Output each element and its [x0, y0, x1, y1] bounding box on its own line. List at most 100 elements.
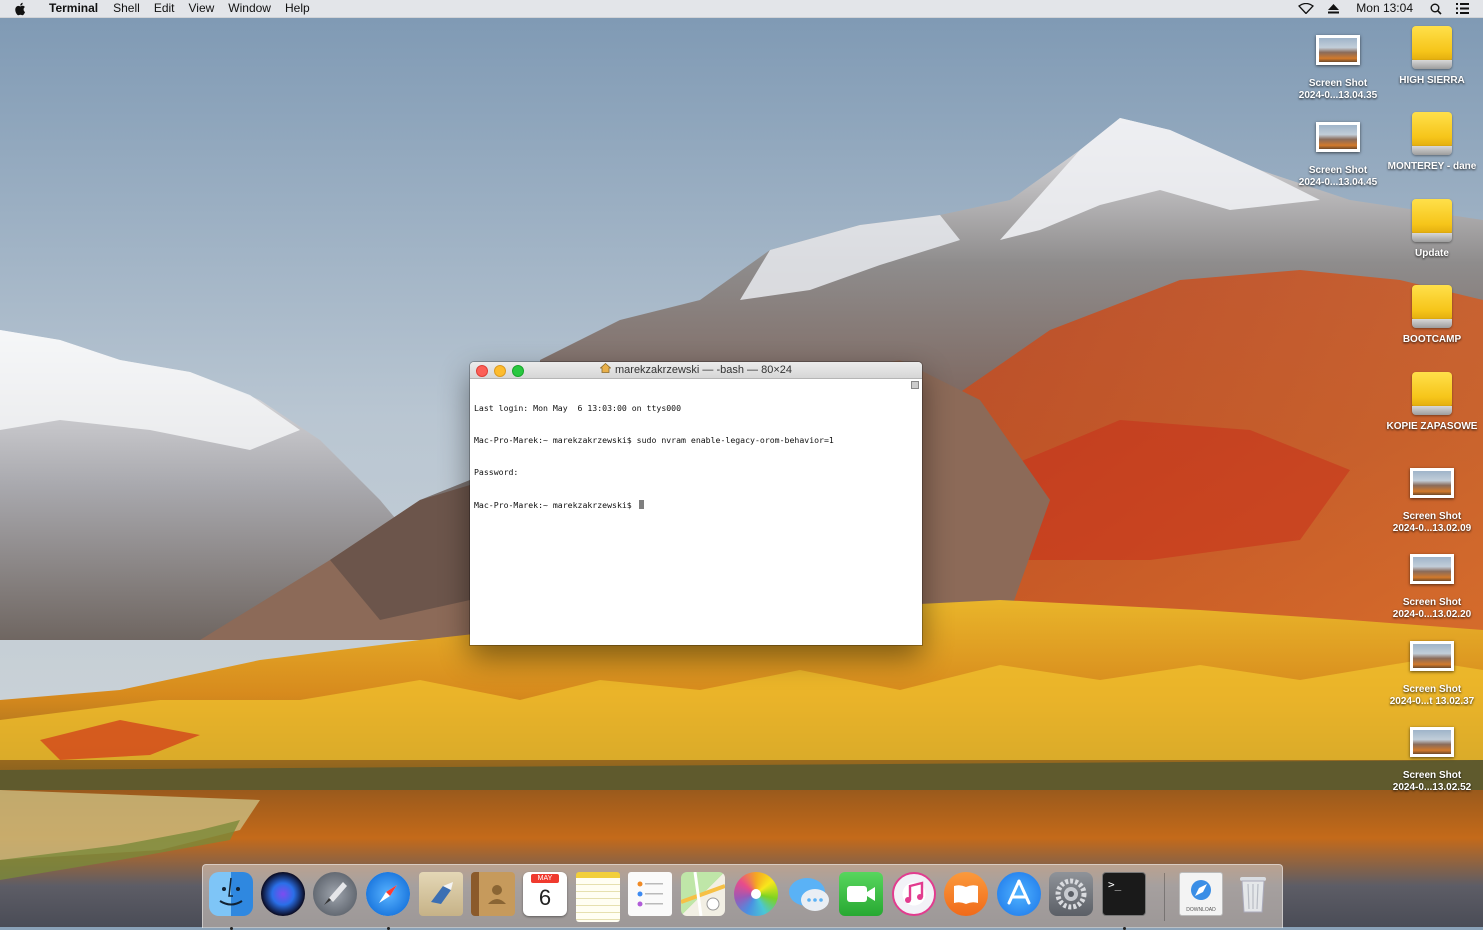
desktop-screenshot-3[interactable]: Screen Shot 2024-0...13.02.09 — [1384, 460, 1480, 535]
desktop-icon-label: Screen Shot — [1402, 684, 1462, 695]
menu-view[interactable]: View — [182, 0, 222, 17]
photos-icon — [734, 872, 778, 916]
desktop-drive-monterey[interactable]: MONTEREY - dane — [1384, 110, 1480, 173]
scroll-marker-icon[interactable] — [911, 381, 919, 389]
desktop-icon-label: BOOTCAMP — [1402, 334, 1462, 345]
desktop-screenshot-4[interactable]: Screen Shot 2024-0...13.02.20 — [1384, 546, 1480, 621]
dock-launchpad[interactable] — [313, 872, 357, 916]
screenshot-file-icon — [1408, 719, 1456, 767]
dock-safari[interactable] — [366, 872, 410, 930]
desktop-icon-label: Screen Shot — [1402, 597, 1462, 608]
desktop-icon-label: KOPIE ZAPASOWE — [1386, 421, 1478, 432]
dock-finder[interactable] — [209, 872, 253, 930]
menu-app-terminal[interactable]: Terminal — [42, 0, 106, 17]
wifi-icon[interactable] — [1291, 3, 1321, 14]
gear-icon — [1049, 872, 1093, 916]
dock-itunes[interactable] — [892, 872, 936, 916]
screenshot-file-icon — [1408, 546, 1456, 594]
list-icon[interactable] — [1449, 3, 1483, 14]
dock-reminders[interactable] — [628, 872, 672, 916]
dock-calendar[interactable]: MAY 6 — [523, 872, 567, 916]
desktop-drive-kopie-zapasowe[interactable]: KOPIE ZAPASOWE — [1384, 370, 1480, 433]
screenshot-file-icon — [1314, 114, 1362, 162]
desktop-drive-bootcamp[interactable]: BOOTCAMP — [1384, 283, 1480, 346]
dock-notes[interactable] — [576, 872, 620, 922]
app-store-icon — [997, 872, 1041, 916]
dock-siri[interactable] — [261, 872, 305, 916]
dock-app-store[interactable] — [997, 872, 1041, 916]
window-titlebar[interactable]: marekzakrzewski — -bash — 80×24 — [470, 362, 922, 379]
desktop-screenshot-6[interactable]: Screen Shot 2024-0...13.02.52 — [1384, 719, 1480, 794]
zoom-button[interactable] — [512, 365, 524, 377]
itunes-icon — [892, 872, 936, 916]
terminal-icon: >_ — [1102, 872, 1146, 916]
screenshot-file-icon — [1408, 460, 1456, 508]
maps-icon — [681, 872, 725, 916]
dock-mail[interactable] — [419, 872, 463, 916]
text-cursor — [638, 499, 644, 509]
dock-terminal[interactable]: >_ — [1102, 872, 1146, 930]
menu-edit[interactable]: Edit — [147, 0, 182, 17]
drive-icon — [1408, 24, 1456, 72]
desktop-icon-sublabel: 2024-0...13.02.52 — [1392, 782, 1472, 793]
menu-bar: Terminal Shell Edit View Window Help Mon… — [0, 0, 1483, 18]
desktop-drive-high-sierra[interactable]: HIGH SIERRA — [1384, 24, 1480, 87]
drive-icon — [1408, 197, 1456, 245]
desktop-icon-sublabel: 2024-0...13.02.09 — [1392, 523, 1472, 534]
menu-help[interactable]: Help — [278, 0, 317, 17]
desktop-icon-label: MONTEREY - dane — [1387, 161, 1477, 172]
search-icon[interactable] — [1423, 3, 1449, 15]
dock-ibooks[interactable] — [944, 872, 988, 916]
desktop-screenshot-2[interactable]: Screen Shot 2024-0...13.04.45 — [1290, 114, 1386, 189]
close-button[interactable] — [476, 365, 488, 377]
desktop-icon-sublabel: 2024-0...t 13.02.37 — [1389, 696, 1475, 707]
reminders-icon — [628, 872, 672, 916]
dock-maps[interactable] — [681, 872, 725, 916]
screenshot-file-icon — [1314, 27, 1362, 75]
messages-icon — [787, 872, 831, 916]
clock[interactable]: Mon 13:04 — [1346, 0, 1423, 17]
dock-messages[interactable] — [787, 872, 831, 916]
dock-system-preferences[interactable] — [1049, 872, 1093, 916]
finder-icon — [209, 872, 253, 916]
dock-separator — [1164, 873, 1165, 921]
siri-icon — [261, 872, 305, 916]
downloads-label: DOWNLOAD — [1186, 907, 1216, 913]
drive-icon — [1408, 283, 1456, 331]
terminal-window[interactable]: marekzakrzewski — -bash — 80×24 Last log… — [470, 362, 922, 645]
drive-icon — [1408, 370, 1456, 418]
desktop-icon-label: HIGH SIERRA — [1399, 75, 1465, 86]
home-folder-icon — [599, 362, 612, 378]
desktop-icon-label: Screen Shot — [1402, 511, 1462, 522]
desktop-screenshot-1[interactable]: Screen Shot 2024-0...13.04.35 — [1290, 27, 1386, 102]
calendar-day: 6 — [538, 885, 552, 910]
safari-icon — [366, 872, 410, 916]
terminal-line: Password: — [474, 467, 519, 478]
trash-icon — [1231, 872, 1275, 916]
terminal-prompt: Mac-Pro-Marek:~ marekzakrzewski$ — [474, 499, 637, 510]
desktop-drive-update[interactable]: Update — [1384, 197, 1480, 260]
dock-trash[interactable] — [1231, 872, 1275, 916]
drive-icon — [1408, 110, 1456, 158]
status-area: Mon 13:04 — [1291, 0, 1483, 17]
desktop-icon-label: Update — [1415, 248, 1449, 259]
menu-window[interactable]: Window — [221, 0, 278, 17]
calendar-month: MAY — [531, 874, 559, 883]
dock-photos[interactable] — [734, 872, 778, 916]
dock-downloads[interactable]: DOWNLOAD — [1179, 872, 1223, 916]
terminal-prompt-line: Mac-Pro-Marek:~ marekzakrzewski$ — [474, 499, 918, 511]
menu-shell[interactable]: Shell — [106, 0, 147, 17]
desktop-screenshot-5[interactable]: Screen Shot 2024-0...t 13.02.37 — [1384, 633, 1480, 708]
dock-facetime[interactable] — [839, 872, 883, 916]
contacts-icon — [471, 872, 515, 916]
apple-menu-icon[interactable] — [14, 2, 32, 16]
desktop-icon-sublabel: 2024-0...13.04.45 — [1298, 177, 1378, 188]
terminal-output[interactable]: Last login: Mon May 6 13:03:00 on ttys00… — [470, 379, 922, 645]
minimize-button[interactable] — [494, 365, 506, 377]
calendar-icon: MAY 6 — [523, 872, 567, 916]
eject-icon[interactable] — [1321, 3, 1346, 14]
desktop-icon-sublabel: 2024-0...13.04.35 — [1298, 90, 1378, 101]
window-title: marekzakrzewski — -bash — 80×24 — [615, 364, 792, 376]
downloads-folder-icon: DOWNLOAD — [1179, 872, 1223, 916]
dock-contacts[interactable] — [471, 872, 515, 916]
